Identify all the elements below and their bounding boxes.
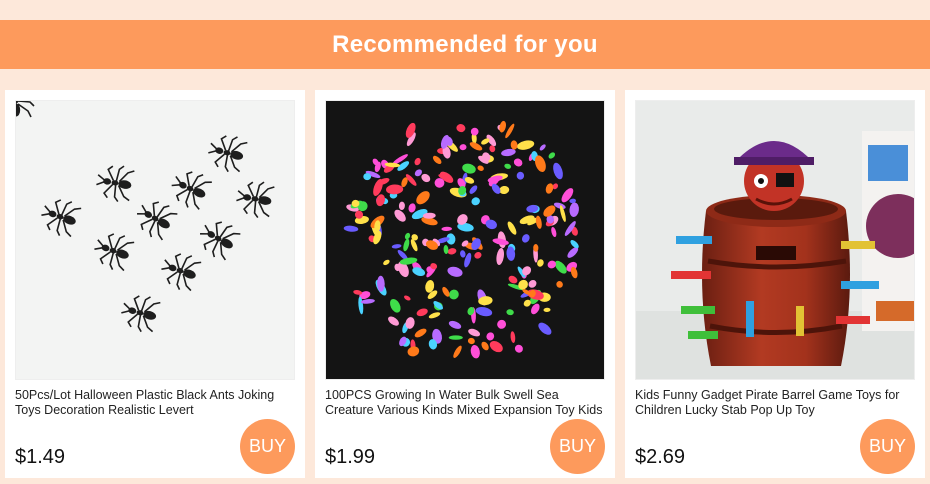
section-title: Recommended for you [0,20,930,69]
product-card[interactable]: Kids Funny Gadget Pirate Barrel Game Toy… [625,90,925,478]
product-image-pirate-barrel[interactable] [635,100,915,380]
product-card[interactable]: 50Pcs/Lot Halloween Plastic Black Ants J… [5,90,305,478]
product-title[interactable]: 100PCS Growing In Water Bulk Swell Sea C… [325,388,607,418]
product-card[interactable]: 100PCS Growing In Water Bulk Swell Sea C… [315,90,615,478]
product-price: $2.69 [635,446,686,468]
buy-button[interactable]: BUY [240,419,295,474]
product-image-sea-creatures[interactable] [325,100,605,380]
buy-button[interactable]: BUY [860,419,915,474]
product-price: $1.49 [15,446,66,468]
product-image-ants[interactable] [15,100,295,380]
product-price: $1.99 [325,446,376,468]
product-title[interactable]: Kids Funny Gadget Pirate Barrel Game Toy… [635,388,917,418]
product-title[interactable]: 50Pcs/Lot Halloween Plastic Black Ants J… [15,388,297,418]
sea-creature-shape [448,335,463,340]
buy-button[interactable]: BUY [550,419,605,474]
